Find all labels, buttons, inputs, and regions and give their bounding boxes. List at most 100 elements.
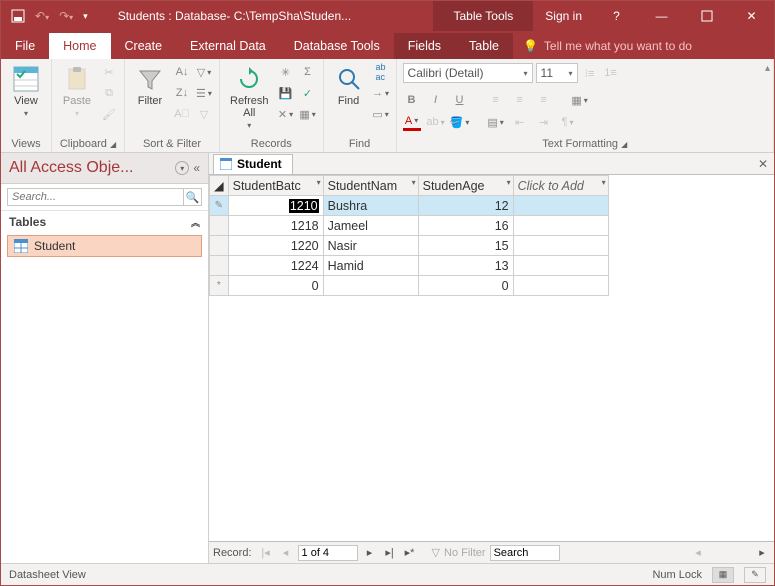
cell-name[interactable]: Jameel <box>323 216 418 236</box>
font-name-select[interactable]: Calibri (Detail)▾ <box>403 63 533 83</box>
tab-table[interactable]: Table <box>455 33 513 59</box>
search-icon[interactable]: 🔍 <box>184 188 202 206</box>
row-selector-new[interactable]: * <box>210 276 229 296</box>
scroll-left-button[interactable]: ◂ <box>690 546 706 559</box>
undo-icon[interactable]: ↶▾ <box>35 9 49 23</box>
maximize-button[interactable] <box>684 1 729 31</box>
cell-batch[interactable]: 1210 <box>228 196 323 216</box>
cell-empty[interactable] <box>513 256 608 276</box>
qat-customize-icon[interactable]: ▾ <box>83 11 88 22</box>
sort-desc-icon[interactable]: Z↓ <box>173 84 191 102</box>
column-header-studentbatch[interactable]: StudentBatc▾ <box>228 176 323 196</box>
clear-sort-icon[interactable]: A⃠ <box>173 105 191 123</box>
cell-name[interactable] <box>323 276 418 296</box>
more-records-icon[interactable]: ▦ <box>299 105 317 123</box>
data-row[interactable]: ✎ 1210 Bushra 12 <box>210 196 609 216</box>
underline-icon[interactable]: U <box>451 91 469 109</box>
cut-icon[interactable]: ✂ <box>100 63 118 81</box>
tab-file[interactable]: File <box>1 33 49 59</box>
close-tab-icon[interactable]: ✕ <box>758 157 768 171</box>
advanced-filter-icon[interactable]: ☰ <box>195 84 213 102</box>
align-center-icon[interactable]: ≡ <box>511 91 529 109</box>
copy-icon[interactable]: ⧉ <box>100 84 118 102</box>
cell-age[interactable]: 13 <box>418 256 513 276</box>
selection-filter-icon[interactable]: ▽ <box>195 63 213 81</box>
cell-batch[interactable]: 1218 <box>228 216 323 236</box>
delete-record-icon[interactable]: ✕ <box>277 105 295 123</box>
font-size-select[interactable]: 11▾ <box>536 63 578 83</box>
row-selector[interactable] <box>210 236 229 256</box>
nav-group-tables[interactable]: Tables ︽ <box>1 211 208 233</box>
tab-fields[interactable]: Fields <box>394 33 455 59</box>
paste-button[interactable]: Paste ▾ <box>58 63 96 120</box>
collapse-group-icon[interactable]: ︽ <box>191 216 200 229</box>
close-button[interactable]: ✕ <box>729 1 774 31</box>
new-record-button[interactable]: ▸* <box>402 546 418 559</box>
design-view-toggle[interactable]: ✎ <box>744 567 766 583</box>
tab-create[interactable]: Create <box>111 33 177 59</box>
totals-icon[interactable]: Σ <box>299 63 317 81</box>
datasheet-grid[interactable]: ◢ StudentBatc▾ StudentNam▾ StudenAge▾ Cl… <box>209 175 774 541</box>
nav-collapse-icon[interactable]: « <box>193 161 200 175</box>
datasheet-view-toggle[interactable]: ▦ <box>712 567 734 583</box>
new-record-icon[interactable]: ✳ <box>277 63 295 81</box>
next-record-button[interactable]: ▸ <box>362 546 378 559</box>
nav-item-student[interactable]: Student <box>7 235 202 257</box>
filter-indicator-icon[interactable]: ▽ <box>432 546 440 559</box>
tell-me-search[interactable]: 💡 Tell me what you want to do <box>513 33 774 59</box>
record-position-input[interactable] <box>298 545 358 561</box>
cell-age[interactable]: 0 <box>418 276 513 296</box>
data-row[interactable]: 1220 Nasir 15 <box>210 236 609 256</box>
cell-age[interactable]: 16 <box>418 216 513 236</box>
cell-batch[interactable]: 0 <box>228 276 323 296</box>
cell-name[interactable]: Hamid <box>323 256 418 276</box>
toggle-filter-icon[interactable]: ▽ <box>195 105 213 123</box>
filter-button[interactable]: Filter <box>131 63 169 109</box>
tab-home[interactable]: Home <box>49 33 110 59</box>
cell-age[interactable]: 15 <box>418 236 513 256</box>
font-color-icon[interactable]: A <box>403 113 421 131</box>
save-icon[interactable] <box>11 9 25 23</box>
cell-empty[interactable] <box>513 196 608 216</box>
data-row[interactable]: 1218 Jameel 16 <box>210 216 609 236</box>
row-selector-editing[interactable]: ✎ <box>210 196 229 216</box>
cell-age[interactable]: 12 <box>418 196 513 216</box>
cell-name[interactable]: Nasir <box>323 236 418 256</box>
align-right-icon[interactable]: ≡ <box>535 91 553 109</box>
object-tab-student[interactable]: Student <box>213 154 293 174</box>
tab-database-tools[interactable]: Database Tools <box>280 33 394 59</box>
select-all-cell[interactable]: ◢ <box>210 176 229 196</box>
align-left-icon[interactable]: ≡ <box>487 91 505 109</box>
bullets-icon[interactable]: ⁝≡ <box>581 64 599 82</box>
first-record-button[interactable]: |◂ <box>258 546 274 559</box>
select-icon[interactable]: ▭ <box>372 105 390 123</box>
replace-icon[interactable]: abac <box>372 63 390 81</box>
new-record-row[interactable]: * 0 0 <box>210 276 609 296</box>
spelling-icon[interactable]: ✓ <box>299 84 317 102</box>
row-selector[interactable] <box>210 256 229 276</box>
format-painter-icon[interactable]: 🖌 <box>100 105 118 123</box>
row-selector[interactable] <box>210 216 229 236</box>
datasheet-search-input[interactable] <box>490 545 560 561</box>
collapse-ribbon-icon[interactable]: ▴ <box>765 63 770 74</box>
cell-batch[interactable]: 1224 <box>228 256 323 276</box>
cell-name[interactable]: Bushra <box>323 196 418 216</box>
alt-row-color-icon[interactable]: ▤ <box>487 113 505 131</box>
prev-record-button[interactable]: ◂ <box>278 546 294 559</box>
view-button[interactable]: View ▾ <box>7 63 45 120</box>
save-record-icon[interactable]: 💾 <box>277 84 295 102</box>
nav-dropdown-icon[interactable]: ▾ <box>175 161 189 175</box>
column-header-studentage[interactable]: StudenAge▾ <box>418 176 513 196</box>
fill-color-icon[interactable]: 🪣 <box>451 113 469 131</box>
scroll-right-button[interactable]: ▸ <box>754 546 770 559</box>
cell-empty[interactable] <box>513 276 608 296</box>
goto-icon[interactable]: → <box>372 84 390 102</box>
refresh-all-button[interactable]: Refresh All ▾ <box>226 63 273 132</box>
redo-icon[interactable]: ↷▾ <box>59 9 73 23</box>
data-row[interactable]: 1224 Hamid 13 <box>210 256 609 276</box>
numbering-icon[interactable]: 1≡ <box>602 64 620 82</box>
highlight-icon[interactable]: ab <box>427 113 445 131</box>
last-record-button[interactable]: ▸| <box>382 546 398 559</box>
increase-indent-icon[interactable]: ⇥ <box>535 113 553 131</box>
tab-external-data[interactable]: External Data <box>176 33 280 59</box>
